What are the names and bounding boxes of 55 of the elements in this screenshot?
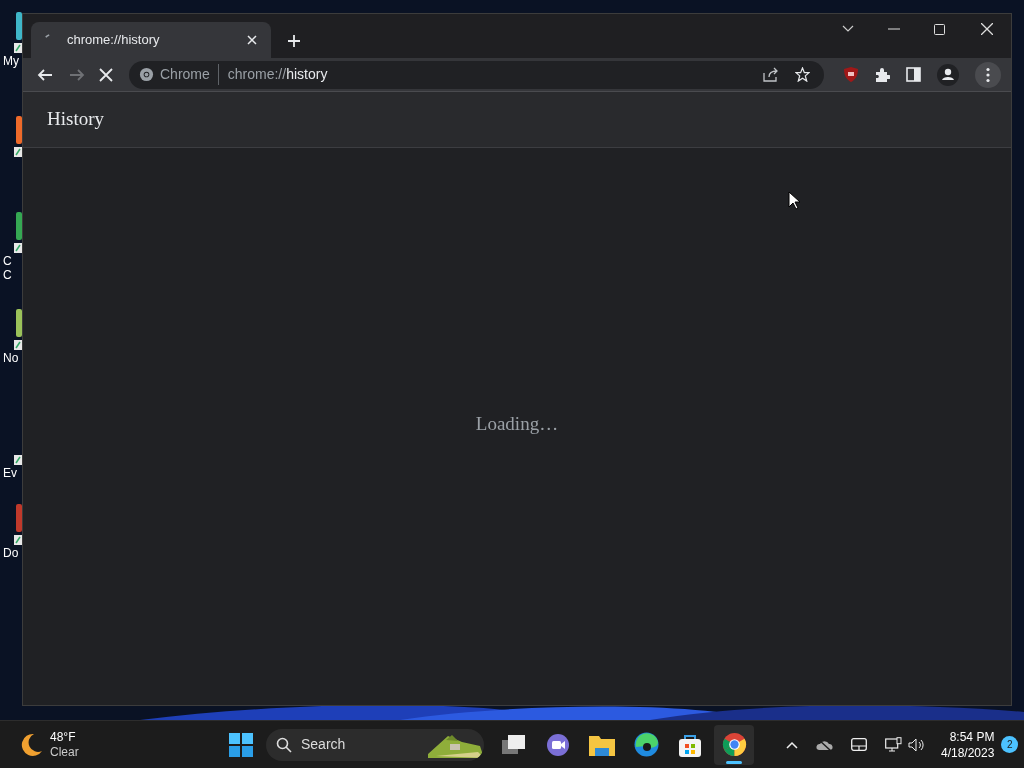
shopping-bag-icon[interactable]: [679, 732, 701, 757]
stop-icon[interactable]: [99, 67, 113, 82]
chevron-down-icon[interactable]: [842, 25, 854, 33]
shield-icon[interactable]: [844, 67, 858, 82]
maximize-icon[interactable]: [934, 23, 945, 35]
close-icon[interactable]: [247, 35, 257, 45]
back-icon[interactable]: [37, 66, 54, 83]
start-icon[interactable]: [229, 732, 253, 757]
desktop-icon-label[interactable]: Ev: [0, 466, 17, 480]
wave-logo-icon[interactable]: [633, 732, 659, 757]
page-title: History: [47, 107, 104, 132]
shortcut-icon: [14, 455, 22, 465]
puzzle-icon[interactable]: [874, 66, 890, 83]
clock-date[interactable]: 4/18/2023: [941, 744, 995, 761]
desktop-icon-label[interactable]: Do: [0, 546, 19, 560]
desktop-icon-label[interactable]: C: [0, 254, 12, 268]
search-icon: [276, 736, 292, 753]
site-chip[interactable]: Chrome: [139, 64, 219, 85]
desktop-icon-label[interactable]: C: [0, 268, 12, 282]
weather-temp[interactable]: 48°F: [50, 729, 79, 745]
moon-icon[interactable]: [20, 732, 42, 757]
loading-text: Loading…: [475, 412, 559, 437]
shortcut-icon: [14, 43, 22, 53]
url-text: chrome://history: [227, 65, 328, 84]
chevron-up-icon[interactable]: [786, 740, 798, 749]
volume-icon[interactable]: [908, 737, 925, 752]
star-icon[interactable]: [795, 67, 810, 82]
touchpad-icon[interactable]: [851, 738, 867, 751]
weather-condition[interactable]: Clear: [50, 744, 79, 760]
browser-tab[interactable]: chrome://history: [31, 22, 271, 58]
share-icon[interactable]: [763, 67, 779, 82]
desktop-icon-label[interactable]: No: [0, 351, 19, 365]
desktop-icon-label[interactable]: My: [0, 54, 19, 68]
shortcut-icon: [14, 535, 22, 545]
chrome-logo-icon[interactable]: [721, 732, 747, 757]
network-icon[interactable]: [885, 736, 902, 753]
task-view-icon[interactable]: [502, 733, 526, 756]
side-panel-icon[interactable]: [906, 67, 921, 82]
new-tab-icon[interactable]: [287, 34, 301, 48]
taskbar-app[interactable]: [714, 724, 754, 765]
shortcut-icon: [14, 147, 22, 157]
shortcut-icon: [14, 340, 22, 350]
folder-icon[interactable]: [589, 733, 615, 756]
search-field[interactable]: Search: [266, 728, 484, 761]
menu-icon[interactable]: [975, 61, 1001, 88]
app-icon[interactable]: [16, 309, 22, 337]
close-icon[interactable]: [981, 23, 993, 35]
notification-badge[interactable]: 2: [1001, 736, 1019, 753]
clock-time[interactable]: 8:54 PM: [949, 728, 995, 745]
chrome-logo-icon: [139, 67, 154, 82]
address-bar[interactable]: Chrome chrome://history: [129, 60, 824, 89]
video-chat-icon[interactable]: [546, 732, 570, 757]
profile-icon[interactable]: [937, 63, 959, 86]
cursor-icon: [788, 191, 800, 210]
shortcut-icon: [14, 243, 22, 253]
